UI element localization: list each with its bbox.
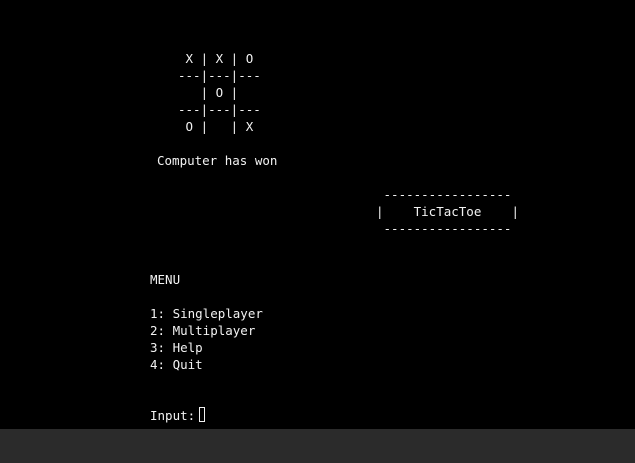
board-row-3: O | | X: [178, 119, 254, 134]
menu-item-help: 3: Help: [150, 340, 203, 355]
board-row-2: | O |: [178, 85, 239, 100]
banner-top-border: -----------------: [376, 187, 512, 202]
input-prompt-label: Input:: [150, 408, 196, 423]
taskbar: [0, 429, 635, 463]
board-divider-2: ---|---|---: [178, 102, 261, 117]
game-status-text: Computer has won: [157, 153, 278, 168]
board-divider-1: ---|---|---: [178, 68, 261, 83]
menu-item-multiplayer: 2: Multiplayer: [150, 323, 256, 338]
menu-item-singleplayer: 1: Singleplayer: [150, 306, 263, 321]
terminal-window: X | X | O ---|---|--- | O | ---|---|--- …: [0, 0, 635, 463]
text-cursor[interactable]: [199, 407, 205, 422]
menu-item-quit: 4: Quit: [150, 357, 203, 372]
banner-bottom-border: -----------------: [376, 221, 512, 236]
board-row-1: X | X | O: [178, 51, 254, 66]
banner-title: | TicTacToe |: [376, 204, 519, 219]
menu-heading: MENU: [150, 272, 181, 287]
